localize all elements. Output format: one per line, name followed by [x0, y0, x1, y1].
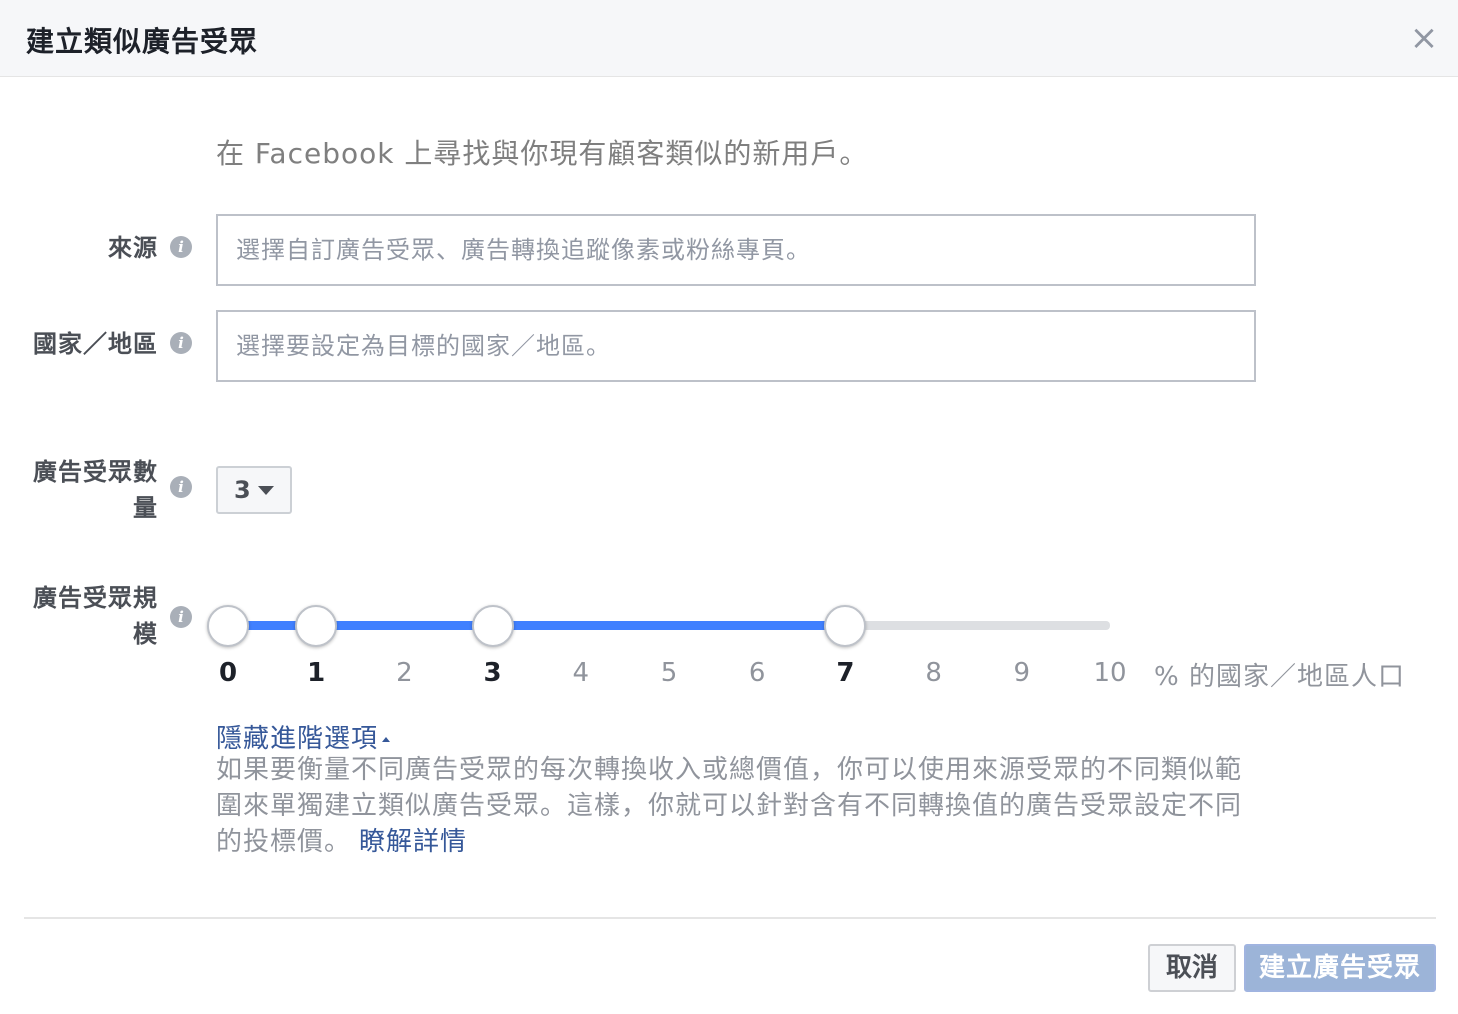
audience-count-value: 3 [234, 476, 251, 504]
info-icon[interactable]: i [170, 236, 192, 258]
dialog-title: 建立類似廣告受眾 [26, 25, 259, 58]
audience-count-select[interactable]: 3 [216, 466, 292, 514]
slider-handle[interactable] [471, 605, 514, 647]
slider-tick-label: 8 [925, 658, 942, 688]
info-icon[interactable]: i [170, 332, 192, 354]
slider-tick-label: 2 [396, 658, 413, 688]
slider-suffix: % 的國家／地區人口 [1154, 662, 1405, 692]
chevron-down-icon [258, 486, 274, 495]
info-icon[interactable]: i [170, 606, 192, 628]
create-audience-button[interactable]: 建立廣告受眾 [1244, 944, 1436, 992]
intro-text: 在 Facebook 上尋找與你現有顧客類似的新用戶。 [216, 137, 869, 170]
country-label: 國家／地區 [33, 330, 158, 358]
slider-tick-label: 4 [572, 658, 590, 688]
slider-tick-label: 3 [483, 658, 502, 688]
caret-up-icon [382, 737, 391, 742]
close-icon[interactable]: × [1406, 20, 1442, 56]
slider-handle[interactable] [824, 605, 867, 647]
lookalike-audience-dialog: 建立類似廣告受眾 × 在 Facebook 上尋找與你現有顧客類似的新用戶。 來… [0, 0, 1458, 1014]
learn-more-link[interactable]: 瞭解詳情 [359, 827, 467, 857]
dialog-header: 建立類似廣告受眾 × [0, 0, 1458, 77]
slider-tick-label: 5 [660, 658, 678, 688]
slider-tick-label: 9 [1013, 658, 1031, 688]
slider-tick-label: 10 [1093, 658, 1127, 688]
slider-tick-label: 7 [836, 658, 855, 688]
slider-tick-label: 0 [218, 658, 238, 688]
hide-advanced-options-link[interactable]: 隱藏進階選項 [216, 718, 391, 755]
slider-handle[interactable] [207, 605, 249, 647]
slider-tick-label: 1 [307, 658, 326, 688]
audience-count-label-cont: 量 [133, 494, 158, 522]
source-input[interactable]: 選擇自訂廣告受眾、廣告轉換追蹤像素或粉絲專頁。 [216, 214, 1256, 286]
cancel-button[interactable]: 取消 [1148, 944, 1236, 992]
hide-advanced-options-label: 隱藏進階選項 [216, 724, 379, 754]
source-label: 來源 [108, 234, 158, 262]
audience-size-label: 廣告受眾規 [33, 584, 158, 612]
audience-size-label-cont: 模 [133, 620, 158, 648]
slider-tick-label: 6 [748, 658, 766, 688]
slider-handle[interactable] [295, 605, 338, 647]
advanced-description: 如果要衡量不同廣告受眾的每次轉換收入或總價值，你可以使用來源受眾的不同類似範圍來… [216, 752, 1266, 860]
audience-count-label: 廣告受眾數 [33, 458, 158, 486]
country-input[interactable]: 選擇要設定為目標的國家／地區。 [216, 310, 1256, 382]
footer-divider [24, 917, 1436, 919]
info-icon[interactable]: i [170, 476, 192, 498]
